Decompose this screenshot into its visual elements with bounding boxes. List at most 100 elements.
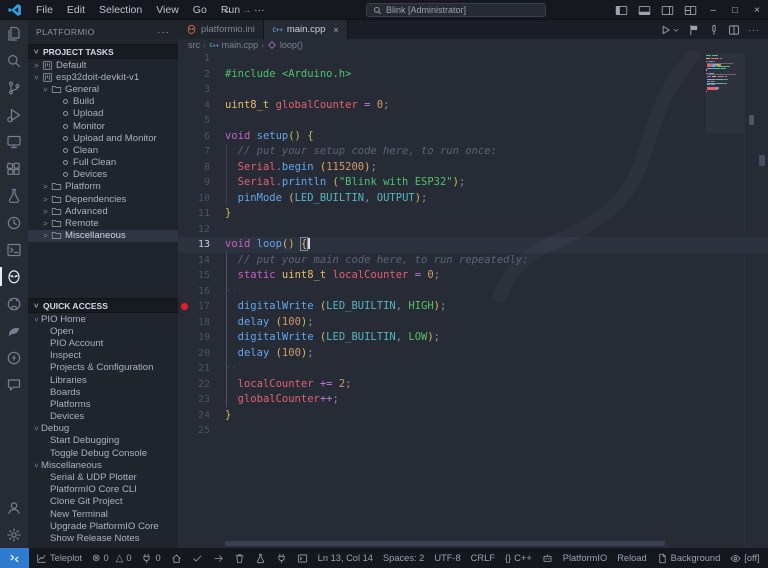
code-line-19[interactable]: 19 digitalWrite (LED_BUILTIN, LOW);	[178, 330, 768, 346]
tree-item-platformio-core-cli[interactable]: PlatformIO Core CLI	[28, 484, 178, 496]
code-line-3[interactable]: 3	[178, 82, 768, 98]
layout-sidebar-right-icon[interactable]	[661, 4, 674, 17]
activity-thunder-client[interactable]	[0, 344, 28, 371]
code-line-8[interactable]: 8 Serial.begin (115200);	[178, 160, 768, 176]
breadcrumb-main-cpp[interactable]: C++ main.cpp	[209, 40, 258, 50]
tree-item-show-release-notes[interactable]: Show Release Notes	[28, 532, 178, 544]
statusbar-reload[interactable]: Reload	[612, 548, 651, 568]
code-line-15[interactable]: 15 static uint8_t localCounter = 0;	[178, 268, 768, 284]
tree-item-upload[interactable]: Upload	[28, 108, 178, 120]
breakpoint-gutter[interactable]	[178, 284, 191, 300]
activity-platformio[interactable]	[0, 263, 28, 290]
tree-item-projects-configuration[interactable]: Projects & Configuration	[28, 362, 178, 374]
tree-item-serial-udp-plotter[interactable]: Serial & UDP Plotter	[28, 471, 178, 483]
menu-edit[interactable]: Edit	[60, 0, 92, 20]
breakpoint-gutter[interactable]	[178, 268, 191, 284]
code-line-4[interactable]: 4 uint8_t globalCounter = 0;	[178, 98, 768, 114]
run-dropdown-button[interactable]	[672, 24, 680, 36]
breakpoint-gutter[interactable]	[178, 299, 191, 315]
code-line-17[interactable]: 17 digitalWrite (LED_BUILTIN, HIGH);	[178, 299, 768, 315]
breakpoint-gutter[interactable]	[178, 346, 191, 362]
breakpoint-gutter[interactable]	[178, 237, 191, 253]
code-line-14[interactable]: 14 // put your main code here, to run re…	[178, 253, 768, 269]
activity-remote-explorer[interactable]	[0, 128, 28, 155]
section-header-project-tasks[interactable]: > PROJECT TASKS	[28, 44, 178, 59]
activity-timeline[interactable]	[0, 209, 28, 236]
tree-item-inspect[interactable]: Inspect	[28, 350, 178, 362]
breakpoint-gutter[interactable]	[178, 191, 191, 207]
tree-item-default[interactable]: > Default	[28, 59, 178, 71]
tree-item-advanced[interactable]: > Advanced	[28, 205, 178, 217]
breakpoint-gutter[interactable]	[178, 82, 191, 98]
code-line-10[interactable]: 10 pinMode (LED_BUILTIN, OUTPUT);	[178, 191, 768, 207]
nav-forward-arrow[interactable]: →	[241, 4, 252, 16]
code-line-7[interactable]: 7 // put your setup code here, to run on…	[178, 144, 768, 160]
close-button[interactable]: ×	[746, 0, 768, 20]
code-line-12[interactable]: 12	[178, 222, 768, 238]
breakpoint-icon[interactable]	[181, 303, 188, 311]
breakpoint-gutter[interactable]	[178, 222, 191, 238]
command-center-search[interactable]: Blink [Administrator]	[366, 3, 546, 17]
breakpoint-gutter[interactable]	[178, 377, 191, 393]
horizontal-scrollbar[interactable]	[225, 541, 665, 546]
code-line-9[interactable]: 9 Serial.println ("Blink with ESP32");	[178, 175, 768, 191]
statusbar-remote-indicator[interactable]	[0, 548, 29, 568]
minimize-button[interactable]: –	[702, 0, 724, 20]
statusbar-pio-monitor[interactable]	[271, 548, 292, 568]
breakpoint-gutter[interactable]	[178, 315, 191, 331]
layout-sidebar-left-icon[interactable]	[615, 4, 628, 17]
menu-file[interactable]: File	[29, 0, 60, 20]
tree-item-general[interactable]: > General	[28, 83, 178, 95]
statusbar-notifications[interactable]	[765, 548, 768, 568]
code-line-23[interactable]: 23 globalCounter++;	[178, 392, 768, 408]
activity-testing[interactable]	[0, 182, 28, 209]
code-editor[interactable]: 1 2 #include <Arduino.h> 3 4 uint8_t globalCo…	[178, 51, 768, 548]
statusbar-pio-home[interactable]	[166, 548, 187, 568]
menu-selection[interactable]: Selection	[92, 0, 149, 20]
close-tab-icon[interactable]: ×	[333, 25, 338, 35]
tree-item-platforms[interactable]: Platforms	[28, 398, 178, 410]
statusbar-serial-ports[interactable]: 0	[136, 548, 165, 568]
statusbar-background-task[interactable]: Background	[652, 548, 726, 568]
code-line-13[interactable]: 13 void loop() {	[178, 237, 768, 253]
breakpoint-gutter[interactable]	[178, 175, 191, 191]
code-line-18[interactable]: 18 delay (100);	[178, 315, 768, 331]
activity-settings[interactable]	[0, 521, 28, 548]
more-button[interactable]: ···	[748, 25, 760, 35]
breakpoint-gutter[interactable]	[178, 67, 191, 83]
code-line-24[interactable]: 24}	[178, 408, 768, 424]
breakpoint-gutter[interactable]	[178, 392, 191, 408]
breakpoint-gutter[interactable]	[178, 206, 191, 222]
statusbar-cursor-position[interactable]: Ln 13, Col 14	[313, 548, 378, 568]
tree-item-build[interactable]: Build	[28, 96, 178, 108]
sidebar-more-actions[interactable]: ···	[157, 27, 170, 38]
breakpoint-gutter[interactable]	[178, 408, 191, 424]
statusbar-teleplot[interactable]: Teleplot	[31, 548, 87, 568]
activity-search[interactable]	[0, 47, 28, 74]
tree-item-esp32doit-devkit-v1[interactable]: > esp32doit-devkit-v1	[28, 71, 178, 83]
code-line-25[interactable]: 25	[178, 423, 768, 439]
statusbar-indentation[interactable]: Spaces: 2	[378, 548, 429, 568]
tab-platformio-ini[interactable]: platformio.ini	[178, 20, 264, 39]
minimap-slider[interactable]	[706, 53, 744, 133]
breakpoint-gutter[interactable]	[178, 129, 191, 145]
statusbar-robot[interactable]	[537, 548, 558, 568]
breakpoint-gutter[interactable]	[178, 113, 191, 129]
tree-item-boards[interactable]: Boards	[28, 386, 178, 398]
code-line-22[interactable]: 22 localCounter += 2;	[178, 377, 768, 393]
menu-go[interactable]: Go	[186, 0, 214, 20]
tree-item-devices[interactable]: Devices	[28, 411, 178, 423]
tree-item-start-debugging[interactable]: Start Debugging	[28, 435, 178, 447]
activity-source-control[interactable]	[0, 74, 28, 101]
run-button[interactable]	[659, 24, 671, 36]
tree-item-miscellaneous[interactable]: > Miscellaneous	[28, 229, 178, 242]
tree-item-upgrade-platformio-core[interactable]: Upgrade PlatformIO Core	[28, 520, 178, 532]
tree-item-devices[interactable]: Devices	[28, 169, 178, 181]
activity-run-debug[interactable]	[0, 101, 28, 128]
code-line-21[interactable]: 21 ··	[178, 361, 768, 377]
flag-button[interactable]	[688, 24, 700, 36]
statusbar-pio-test[interactable]	[250, 548, 271, 568]
activity-terminal[interactable]	[0, 236, 28, 263]
code-line-20[interactable]: 20 delay (100);	[178, 346, 768, 362]
activity-explorer[interactable]	[0, 20, 28, 47]
